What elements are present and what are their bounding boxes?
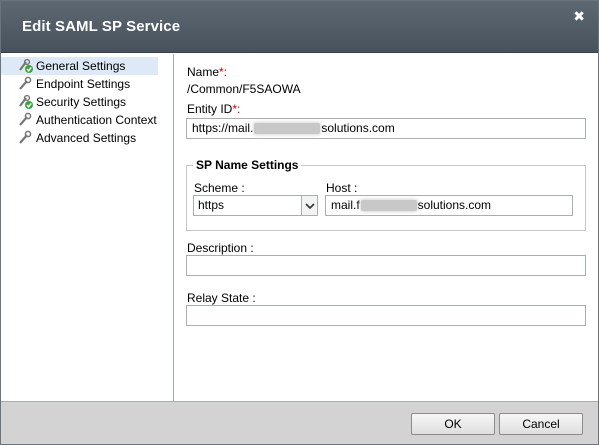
scheme-label: Scheme :	[194, 181, 245, 195]
sp-name-settings-legend: SP Name Settings	[196, 158, 299, 172]
name-label-text: Name	[187, 65, 220, 79]
description-field[interactable]	[186, 255, 586, 276]
edit-saml-sp-dialog: Edit SAML SP Service ✖ General Settings …	[0, 0, 599, 445]
cancel-button[interactable]: Cancel	[499, 413, 583, 435]
entity-id-label: Entity ID*:	[187, 102, 240, 116]
relay-state-field[interactable]	[186, 305, 586, 326]
entity-id-label-text: Entity ID	[187, 102, 233, 116]
redacted-blur	[254, 123, 321, 135]
entity-id-suffix: solutions.com	[321, 121, 395, 135]
scheme-value: https	[198, 198, 225, 212]
scheme-select[interactable]: https	[193, 195, 318, 216]
close-icon[interactable]: ✖	[573, 8, 585, 25]
required-marker: *:	[232, 102, 241, 116]
general-settings-panel: Name*: /Common/F5SAOWA Entity ID*: https…	[175, 54, 598, 401]
settings-check-icon	[19, 58, 33, 73]
nav-item-label: Authentication Context	[36, 113, 157, 127]
nav-item-label: Security Settings	[36, 95, 127, 109]
host-field[interactable]: mail.f solutions.com	[325, 195, 573, 216]
wrench-icon	[19, 130, 32, 144]
ok-button[interactable]: OK	[411, 413, 495, 435]
nav-item-endpoint-settings[interactable]: Endpoint Settings	[1, 75, 173, 93]
description-label: Description :	[187, 241, 254, 255]
dialog-footer: OK Cancel	[1, 401, 598, 444]
nav-item-security-settings[interactable]: Security Settings	[1, 93, 173, 111]
nav-item-authentication-context[interactable]: Authentication Context	[1, 111, 173, 129]
wrench-icon	[19, 112, 32, 126]
dialog-title: Edit SAML SP Service	[22, 18, 181, 35]
nav-item-label: General Settings	[36, 59, 126, 73]
name-label: Name*:	[187, 65, 227, 79]
chevron-down-icon[interactable]	[301, 196, 317, 215]
redacted-blur	[360, 200, 417, 212]
nav-item-general-settings[interactable]: General Settings	[1, 57, 158, 75]
dialog-titlebar: Edit SAML SP Service ✖	[1, 1, 598, 53]
relay-state-label: Relay State :	[187, 291, 256, 305]
entity-id-prefix: https://mail.	[192, 121, 254, 135]
entity-id-field[interactable]: https://mail. solutions.com	[186, 118, 586, 139]
name-value: /Common/F5SAOWA	[187, 82, 301, 96]
wrench-icon	[19, 76, 32, 90]
settings-nav: General Settings Endpoint Settings Secur…	[1, 54, 174, 401]
host-label: Host :	[326, 181, 358, 195]
required-marker: *:	[219, 65, 228, 79]
nav-item-label: Advanced Settings	[36, 131, 137, 145]
settings-check-icon	[19, 94, 33, 109]
host-suffix: solutions.com	[417, 198, 492, 212]
nav-item-label: Endpoint Settings	[36, 77, 131, 91]
nav-item-advanced-settings[interactable]: Advanced Settings	[1, 129, 173, 147]
host-prefix: mail.f	[331, 198, 360, 212]
